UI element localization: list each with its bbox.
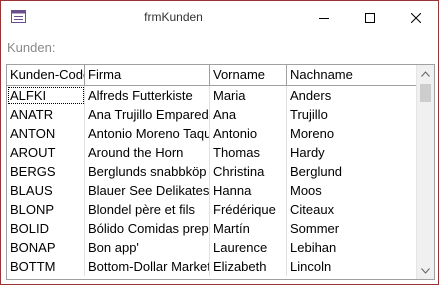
cell-first-name[interactable]: Antonio — [210, 124, 287, 143]
cell-first-name[interactable]: Ana — [210, 105, 287, 124]
table-row[interactable]: BLAUSBlauer See DelikatessenHannaMoos — [7, 181, 417, 200]
cell-first-name[interactable]: Thomas — [210, 143, 287, 162]
scroll-thumb[interactable] — [420, 84, 431, 102]
column-header-company[interactable]: Firma — [85, 65, 210, 85]
cell-first-name[interactable]: Elizabeth — [210, 257, 287, 276]
cell-first-name[interactable]: Hanna — [210, 181, 287, 200]
app-window: frmKunden Kunden: Kunden-Code Firma Vorn… — [0, 0, 439, 285]
cell-company[interactable]: Blondel père et fils — [85, 200, 210, 219]
cell-company[interactable]: Alfreds Futterkiste — [85, 86, 210, 105]
cell-last-name[interactable]: Lebihan — [287, 238, 417, 257]
cell-customer-code[interactable]: BOLID — [7, 219, 85, 238]
cell-company[interactable]: Berglunds snabbköp — [85, 162, 210, 181]
cell-customer-code[interactable]: ALFKI — [7, 86, 85, 105]
scroll-up-icon[interactable] — [417, 65, 434, 82]
cell-first-name[interactable]: Martín — [210, 219, 287, 238]
maximize-button[interactable] — [347, 1, 393, 34]
table-row[interactable]: AROUT Around the Horn Thomas Hardy — [7, 143, 417, 162]
cell-customer-code[interactable]: BLONP — [7, 200, 85, 219]
cell-company[interactable]: Antonio Moreno Taquería — [85, 124, 210, 143]
cell-last-name[interactable]: Moos — [287, 181, 417, 200]
cell-first-name[interactable]: Laurence — [210, 238, 287, 257]
column-header-first-name[interactable]: Vorname — [210, 65, 287, 85]
table-row[interactable]: BOLIDBólido Comidas preparadasMartínSomm… — [7, 219, 417, 238]
cell-last-name[interactable]: Sommer — [287, 219, 417, 238]
cell-company[interactable]: Blauer See Delikatessen — [85, 181, 210, 200]
vertical-scrollbar[interactable] — [416, 65, 434, 279]
cell-customer-code[interactable]: BOTTM — [7, 257, 85, 276]
column-header-row: Kunden-Code Firma Vorname Nachname — [7, 65, 417, 86]
table-row[interactable]: BOTTM Bottom-Dollar Markets Elizabeth Linco… — [7, 257, 417, 276]
cell-company[interactable]: Around the Horn — [85, 143, 210, 162]
table-row[interactable]: BERGS Berglunds snabbköp Christina Berglund — [7, 162, 417, 181]
table-row[interactable]: ANATRAna Trujillo EmparedadosAnaTrujillo — [7, 105, 417, 124]
table-row[interactable]: ANTONAntonio Moreno TaqueríaAntonioMoren… — [7, 124, 417, 143]
close-icon — [411, 12, 421, 23]
minimize-button[interactable] — [301, 1, 347, 34]
cell-company[interactable]: Ana Trujillo Emparedados — [85, 105, 210, 124]
title-bar[interactable]: frmKunden — [1, 1, 438, 34]
cell-customer-code[interactable]: BLAUS — [7, 181, 85, 200]
column-header-customer-code[interactable]: Kunden-Code — [7, 65, 85, 85]
cell-company[interactable]: Bon app' — [85, 238, 210, 257]
cell-customer-code[interactable]: AROUT — [7, 143, 85, 162]
table-row[interactable]: BONAP Bon app' Laurence Lebihan — [7, 238, 417, 257]
minimize-icon — [319, 17, 329, 19]
table-row[interactable]: ALFKI Alfreds Futterkiste Maria Anders — [7, 86, 417, 105]
cell-first-name[interactable]: Christina — [210, 162, 287, 181]
maximize-icon — [365, 12, 375, 23]
cell-last-name[interactable]: Berglund — [287, 162, 417, 181]
cell-last-name[interactable]: Citeaux — [287, 200, 417, 219]
column-header-last-name[interactable]: Nachname — [287, 65, 417, 85]
cell-company[interactable]: Bottom-Dollar Markets — [85, 257, 210, 276]
cell-first-name[interactable]: Frédérique — [210, 200, 287, 219]
scroll-down-icon[interactable] — [417, 262, 434, 279]
cell-last-name[interactable]: Lincoln — [287, 257, 417, 276]
close-button[interactable] — [393, 1, 439, 34]
cell-first-name[interactable]: Maria — [210, 86, 287, 105]
cell-customer-code[interactable]: BERGS — [7, 162, 85, 181]
cell-customer-code[interactable]: ANTON — [7, 124, 85, 143]
table-row[interactable]: BLONP Blondel père et fils Frédérique Citea… — [7, 200, 417, 219]
cell-last-name[interactable]: Anders — [287, 86, 417, 105]
customers-label: Kunden: — [7, 40, 56, 55]
cell-company[interactable]: Bólido Comidas preparadas — [85, 219, 210, 238]
cell-customer-code[interactable]: BONAP — [7, 238, 85, 257]
customers-datasheet[interactable]: Kunden-Code Firma Vorname Nachname ALFKI… — [6, 64, 435, 280]
cell-last-name[interactable]: Moreno — [287, 124, 417, 143]
cell-last-name[interactable]: Trujillo — [287, 105, 417, 124]
window-title: frmKunden — [144, 10, 203, 24]
cell-last-name[interactable]: Hardy — [287, 143, 417, 162]
cell-customer-code[interactable]: ANATR — [7, 105, 85, 124]
